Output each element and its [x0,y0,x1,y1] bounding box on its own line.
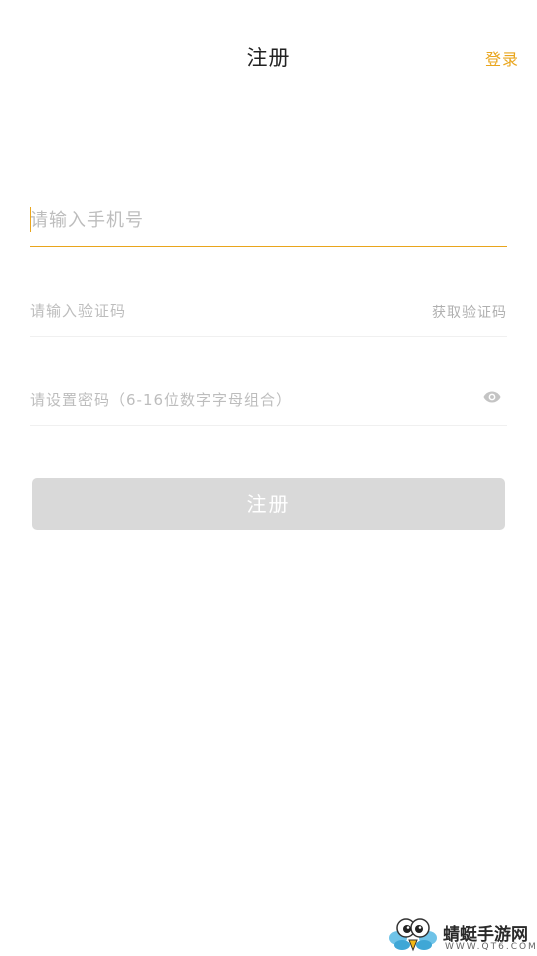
header: 注册 登录 [0,0,537,114]
phone-field[interactable] [30,194,507,247]
dragonfly-logo-icon [389,918,437,952]
password-field[interactable] [30,375,507,426]
watermark: 蜻蜓手游网 WWW.QT6.COM [388,914,536,954]
watermark-url: WWW.QT6.COM [445,942,537,952]
register-button[interactable]: 注册 [32,478,505,530]
page-title: 注册 [246,46,291,70]
phone-input[interactable] [30,194,507,246]
get-code-button[interactable]: 获取验证码 [432,302,507,322]
text-cursor [30,207,31,232]
eye-icon[interactable] [483,391,501,403]
verification-code-field[interactable]: 获取验证码 [30,286,507,337]
password-input[interactable] [30,375,460,425]
login-link[interactable]: 登录 [485,46,519,70]
verification-code-input[interactable] [30,286,410,336]
